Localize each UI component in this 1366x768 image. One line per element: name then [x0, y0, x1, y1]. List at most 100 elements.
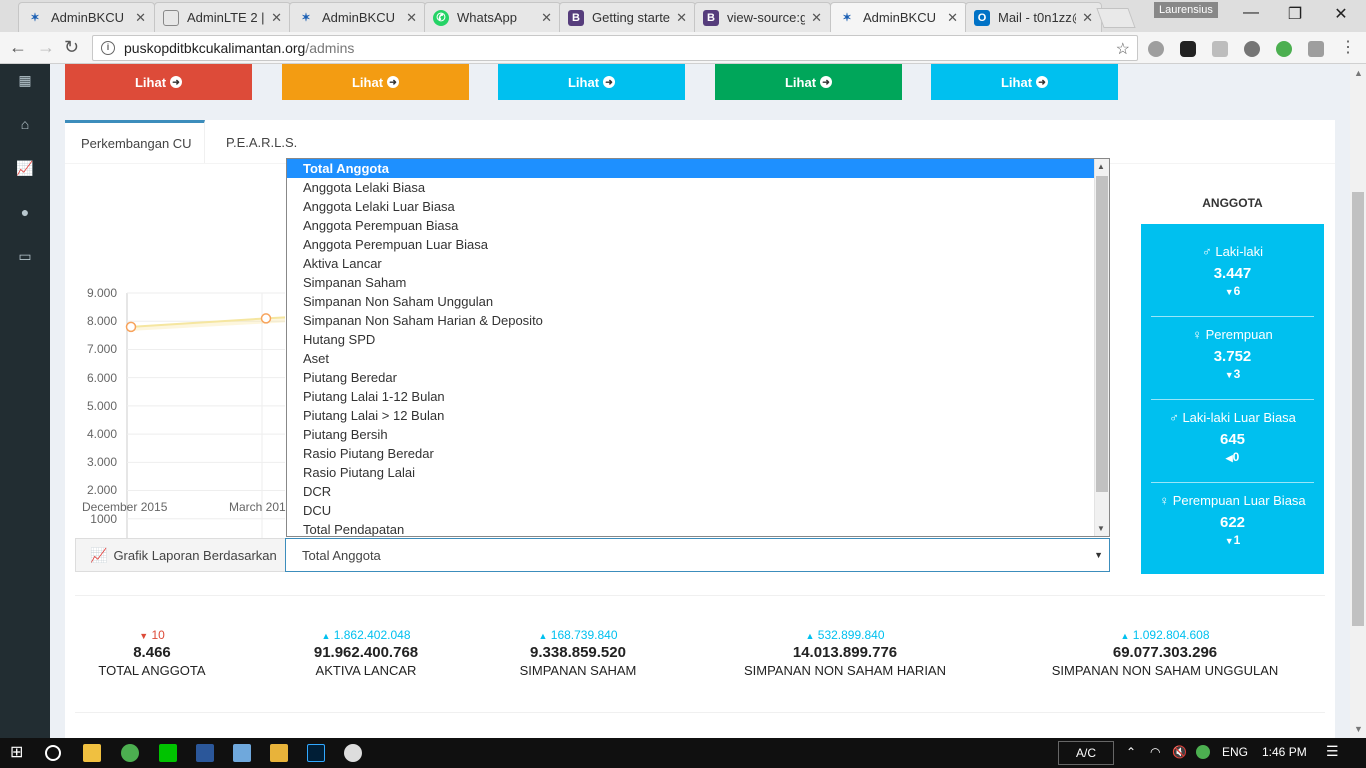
dropdown-option[interactable]: Piutang Beredar	[287, 368, 1095, 387]
search-circle-icon[interactable]	[45, 745, 61, 761]
rocket-extension-icon[interactable]	[1244, 41, 1260, 57]
dropdown-option[interactable]: Piutang Lalai > 12 Bulan	[287, 406, 1095, 425]
back-button[interactable]: ←	[9, 37, 27, 58]
building-icon[interactable]: ▦	[16, 72, 34, 90]
browser-tab[interactable]: ✆ WhatsApp ✕	[424, 2, 561, 32]
small-box-link[interactable]: Lihat	[785, 75, 816, 90]
close-tab-icon[interactable]: ✕	[541, 10, 552, 26]
close-tab-icon[interactable]: ✕	[271, 10, 282, 26]
dropdown-option[interactable]: Simpanan Non Saham Unggulan	[287, 292, 1095, 311]
photoshop-icon[interactable]	[307, 744, 325, 762]
browser-tab[interactable]: B Getting starte ✕	[559, 2, 696, 32]
new-tab-button[interactable]	[1096, 8, 1136, 28]
dropdown-option[interactable]: Piutang Bersih	[287, 425, 1095, 444]
close-tab-icon[interactable]: ✕	[135, 10, 146, 26]
minimize-button[interactable]: —	[1228, 4, 1274, 22]
scroll-down-icon[interactable]: ▼	[1097, 524, 1105, 533]
volume-muted-icon[interactable]: 🔇	[1172, 745, 1187, 759]
dropdown-option[interactable]: Simpanan Non Saham Harian & Deposito	[287, 311, 1095, 330]
file-explorer-icon[interactable]	[83, 744, 101, 762]
dropdown-option[interactable]: Anggota Perempuan Biasa	[287, 216, 1095, 235]
dropdown-option[interactable]: Simpanan Saham	[287, 273, 1095, 292]
word-icon[interactable]	[196, 744, 214, 762]
select-dropdown-list[interactable]: Total Pendapatan DCU DCR Rasio Piutang Lala…	[286, 158, 1110, 537]
keyboard-indicator[interactable]: A/C	[1058, 741, 1114, 765]
small-box-link[interactable]: Lihat	[135, 75, 166, 90]
maximize-button[interactable]: ❐	[1272, 4, 1318, 24]
close-tab-icon[interactable]: ✕	[676, 10, 687, 26]
page-scroll-thumb[interactable]	[1352, 192, 1364, 626]
small-box-link[interactable]: Lihat	[1001, 75, 1032, 90]
dropdown-option[interactable]: Anggota Lelaki Biasa	[287, 178, 1095, 197]
scroll-up-icon[interactable]: ▲	[1354, 68, 1363, 78]
forward-button[interactable]: →	[37, 37, 55, 58]
photos-icon[interactable]	[233, 744, 251, 762]
small-box-link[interactable]: Lihat	[568, 75, 599, 90]
tray-app-icon[interactable]	[1196, 745, 1210, 759]
home-icon[interactable]: ⌂	[16, 116, 34, 134]
scroll-down-icon[interactable]: ▼	[1354, 724, 1363, 734]
dropdown-option[interactable]: DCU	[287, 501, 1095, 520]
bookmark-star-icon[interactable]: ☆	[1116, 39, 1130, 59]
data-point[interactable]	[260, 313, 272, 324]
browser-tab[interactable]: ✶ AdminBKCU ✕	[830, 2, 967, 32]
user-icon[interactable]: ●	[16, 204, 34, 222]
menu-icon[interactable]: ⋮	[1340, 37, 1356, 56]
chart-icon[interactable]: 📈	[16, 160, 34, 178]
tray-chevron-icon[interactable]: ⌃	[1126, 745, 1136, 759]
browser-tab[interactable]: ✶ AdminBKCU ✕	[289, 2, 426, 32]
browser-tab[interactable]: Bview-source:g ✕	[694, 2, 831, 32]
dropdown-option[interactable]: Rasio Piutang Lalai	[287, 463, 1095, 482]
small-box-5[interactable]: Lihat ➜	[931, 64, 1118, 100]
small-box-4[interactable]: Lihat ➜	[715, 64, 902, 100]
close-tab-icon[interactable]: ✕	[947, 10, 958, 26]
dropdown-option[interactable]: Aset	[287, 349, 1095, 368]
chrome-icon[interactable]	[121, 744, 139, 762]
dropdown-scrollbar[interactable]: ▲ ▼	[1094, 159, 1109, 536]
dropdown-option[interactable]: Anggota Lelaki Luar Biasa	[287, 197, 1095, 216]
extension-icon[interactable]	[1148, 41, 1164, 57]
browser-tab[interactable]: ✶ AdminBKCU ✕	[18, 2, 155, 32]
windows-start-icon[interactable]: ⊞	[10, 742, 28, 761]
image-icon[interactable]: ▭	[16, 248, 34, 266]
extension-icon[interactable]	[1180, 41, 1196, 57]
line-app-icon[interactable]	[159, 744, 177, 762]
data-point[interactable]	[125, 321, 137, 333]
small-box-link[interactable]: Lihat	[352, 75, 383, 90]
play-extension-icon[interactable]	[1276, 41, 1292, 57]
dropdown-scroll-thumb[interactable]	[1096, 176, 1108, 492]
close-tab-icon[interactable]: ✕	[406, 10, 417, 26]
info-icon[interactable]: i	[101, 41, 115, 55]
notifications-icon[interactable]: ☰	[1326, 743, 1339, 760]
dropdown-option[interactable]: Aktiva Lancar	[287, 254, 1095, 273]
grafik-select[interactable]: Total Anggota ▼	[285, 538, 1110, 572]
reload-button[interactable]: ↻	[64, 37, 79, 58]
clock[interactable]: 1:46 PM	[1262, 745, 1307, 759]
wifi-icon[interactable]: ◠	[1150, 745, 1160, 759]
dropdown-option[interactable]: Piutang Lalai 1-12 Bulan	[287, 387, 1095, 406]
page-scrollbar[interactable]: ▲ ▼	[1350, 64, 1366, 738]
small-box-1[interactable]: Lihat ➜	[65, 64, 252, 100]
dropdown-option[interactable]: Total Anggota	[287, 159, 1095, 178]
app-icon[interactable]	[270, 744, 288, 762]
tab-perkembangan-cu[interactable]: Perkembangan CU	[65, 120, 205, 164]
browser-tab[interactable]: AdminLTE 2 | D ✕	[154, 2, 291, 32]
close-tab-icon[interactable]: ✕	[1082, 10, 1093, 26]
profile-name[interactable]: Laurensius	[1154, 2, 1218, 18]
language-indicator[interactable]: ENG	[1222, 745, 1248, 759]
small-box-3[interactable]: Lihat ➜	[498, 64, 685, 100]
dropdown-option[interactable]: Rasio Piutang Beredar	[287, 444, 1095, 463]
dropdown-option[interactable]: Total Pendapatan	[287, 520, 1095, 536]
dropdown-option[interactable]: Hutang SPD	[287, 330, 1095, 349]
dropdown-option[interactable]: Anggota Perempuan Luar Biasa	[287, 235, 1095, 254]
small-box-2[interactable]: Lihat ➜	[282, 64, 469, 100]
address-bar[interactable]: i puskopditbkcukalimantan.org/admins ☆	[92, 35, 1138, 61]
camera-extension-icon[interactable]	[1308, 41, 1324, 57]
app-icon[interactable]	[344, 744, 362, 762]
dropdown-option[interactable]: DCR	[287, 482, 1095, 501]
extension-icon[interactable]	[1212, 41, 1228, 57]
close-window-button[interactable]: ✕	[1318, 4, 1364, 24]
browser-tab[interactable]: O Mail - t0n1zz@ ✕	[965, 2, 1102, 32]
close-tab-icon[interactable]: ✕	[811, 10, 822, 26]
scroll-up-icon[interactable]: ▲	[1097, 162, 1105, 171]
